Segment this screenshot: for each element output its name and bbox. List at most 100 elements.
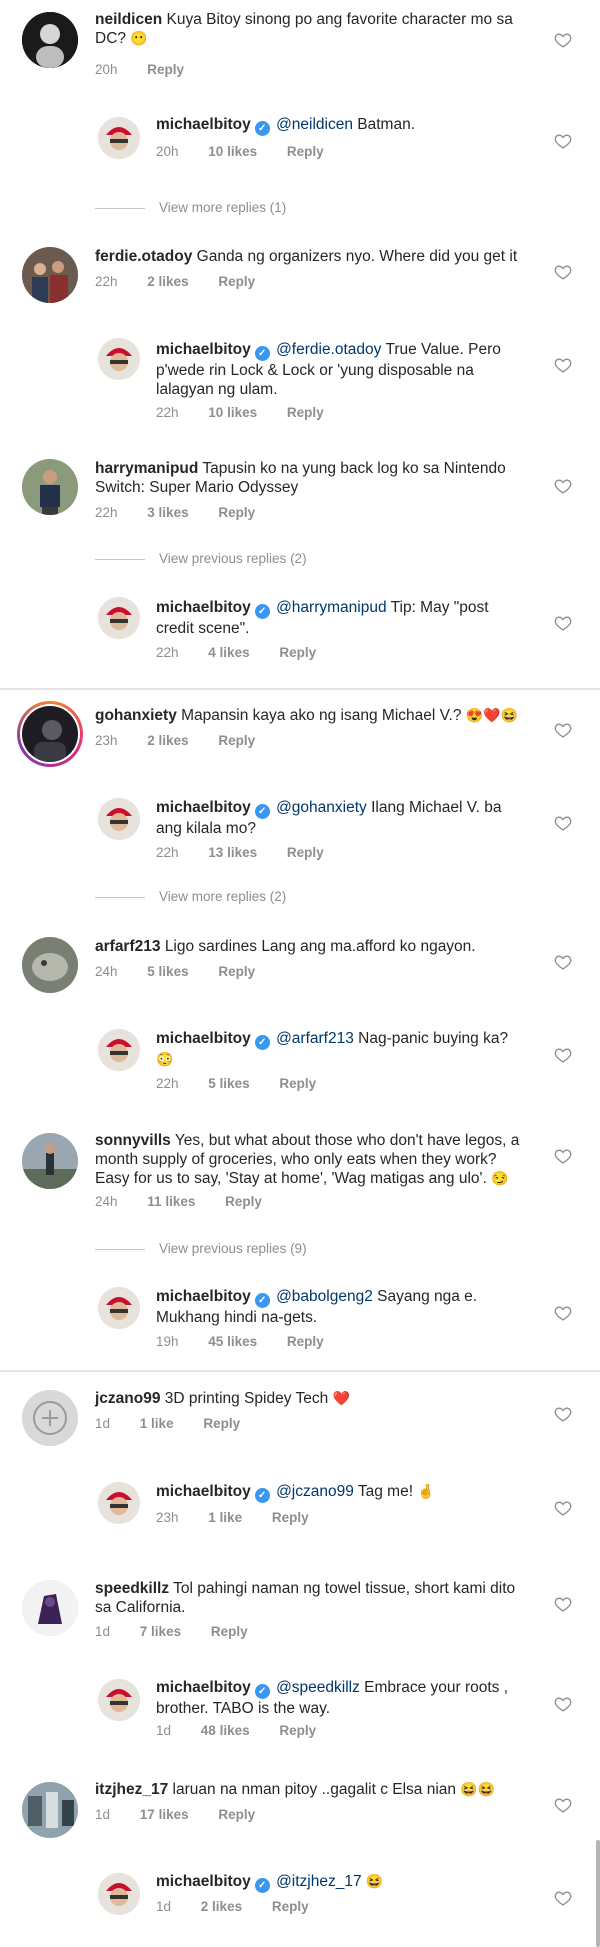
view-more-label[interactable]: View previous replies (2) [159,551,307,566]
heart-outline-icon[interactable] [554,1500,572,1516]
reply-username[interactable]: michaelbitoy [156,1030,251,1047]
mention-link[interactable]: @gohanxiety [276,799,367,816]
view-previous-replies[interactable]: View previous replies (9) [95,1241,307,1256]
mention-link[interactable]: @arfarf213 [276,1030,354,1047]
reply-username[interactable]: michaelbitoy [156,1679,251,1696]
avatar[interactable] [22,706,78,762]
reply-username[interactable]: michaelbitoy [156,116,251,133]
avatar[interactable] [22,459,78,515]
heart-outline-icon[interactable] [554,1596,572,1612]
heart-outline-icon[interactable] [554,264,572,280]
reply-button[interactable]: Reply [287,144,324,159]
reply-button[interactable]: Reply [287,1334,324,1349]
avatar[interactable] [98,1287,140,1329]
heart-outline-icon[interactable] [554,357,572,373]
heart-outline-icon[interactable] [554,1890,572,1906]
heart-outline-icon[interactable] [554,1797,572,1813]
avatar[interactable] [98,1679,140,1721]
reply-button[interactable]: Reply [218,505,255,520]
likes-count[interactable]: 2 likes [201,1899,242,1914]
mention-link[interactable]: @itzjhez_17 [276,1873,362,1890]
avatar[interactable] [98,1482,140,1524]
heart-outline-icon[interactable] [554,478,572,494]
heart-outline-icon[interactable] [554,815,572,831]
reply-button[interactable]: Reply [218,274,255,289]
reply-button[interactable]: Reply [272,1899,309,1914]
reply-username[interactable]: michaelbitoy [156,799,251,816]
mention-link[interactable]: @babolgeng2 [276,1288,373,1305]
avatar[interactable] [98,338,140,380]
likes-count[interactable]: 10 likes [208,405,257,420]
likes-count[interactable]: 4 likes [208,645,249,660]
reply-username[interactable]: michaelbitoy [156,599,251,616]
likes-count[interactable]: 7 likes [140,1624,181,1639]
comment-username[interactable]: harrymanipud [95,460,198,477]
scrollbar[interactable] [596,1840,600,1947]
mention-link[interactable]: @neildicen [276,116,353,133]
reply-button[interactable]: Reply [279,645,316,660]
reply-button[interactable]: Reply [279,1723,316,1738]
avatar[interactable] [22,937,78,993]
likes-count[interactable]: 11 likes [147,1194,195,1209]
view-previous-replies[interactable]: View previous replies (2) [95,551,307,566]
reply-button[interactable]: Reply [218,733,255,748]
heart-outline-icon[interactable] [554,1148,572,1164]
avatar[interactable] [98,117,140,159]
view-more-label[interactable]: View more replies (2) [159,889,286,904]
comment-username[interactable]: ferdie.otadoy [95,248,192,265]
avatar[interactable] [98,597,140,639]
avatar[interactable] [22,12,78,68]
heart-outline-icon[interactable] [554,1305,572,1321]
likes-count[interactable]: 10 likes [208,144,257,159]
avatar[interactable] [98,798,140,840]
view-more-replies[interactable]: View more replies (2) [95,889,286,904]
reply-button[interactable]: Reply [218,964,255,979]
heart-outline-icon[interactable] [554,722,572,738]
avatar[interactable] [22,1390,78,1446]
heart-outline-icon[interactable] [554,615,572,631]
reply-button[interactable]: Reply [211,1624,248,1639]
reply-button[interactable]: Reply [287,405,324,420]
reply-button[interactable]: Reply [272,1510,309,1525]
heart-outline-icon[interactable] [554,1696,572,1712]
likes-count[interactable]: 2 likes [147,274,188,289]
avatar[interactable] [22,247,78,303]
likes-count[interactable]: 5 likes [208,1076,249,1091]
comment-username[interactable]: itzjhez_17 [95,1781,168,1798]
avatar[interactable] [22,1580,78,1636]
likes-count[interactable]: 48 likes [201,1723,250,1738]
reply-button[interactable]: Reply [147,62,184,77]
view-more-label[interactable]: View more replies (1) [159,200,286,215]
comment-username[interactable]: gohanxiety [95,707,177,724]
heart-outline-icon[interactable] [554,1406,572,1422]
avatar[interactable] [98,1873,140,1915]
likes-count[interactable]: 5 likes [147,964,188,979]
view-more-replies[interactable]: View more replies (1) [95,200,286,215]
mention-link[interactable]: @ferdie.otadoy [276,341,381,358]
reply-button[interactable]: Reply [279,1076,316,1091]
likes-count[interactable]: 45 likes [208,1334,257,1349]
view-more-label[interactable]: View previous replies (9) [159,1241,307,1256]
heart-outline-icon[interactable] [554,133,572,149]
likes-count[interactable]: 2 likes [147,733,188,748]
mention-link[interactable]: @jczano99 [276,1483,354,1500]
reply-username[interactable]: michaelbitoy [156,1288,251,1305]
comment-username[interactable]: sonnyvills [95,1132,171,1149]
avatar[interactable] [22,1133,78,1189]
comment-username[interactable]: jczano99 [95,1390,160,1407]
likes-count[interactable]: 13 likes [208,845,257,860]
reply-button[interactable]: Reply [218,1807,255,1822]
reply-username[interactable]: michaelbitoy [156,1873,251,1890]
likes-count[interactable]: 17 likes [140,1807,189,1822]
avatar[interactable] [98,1029,140,1071]
heart-outline-icon[interactable] [554,954,572,970]
reply-username[interactable]: michaelbitoy [156,341,251,358]
likes-count[interactable]: 1 like [140,1416,174,1431]
likes-count[interactable]: 1 like [208,1510,242,1525]
mention-link[interactable]: @harrymanipud [276,599,387,616]
avatar[interactable] [22,1782,78,1838]
reply-button[interactable]: Reply [203,1416,240,1431]
heart-outline-icon[interactable] [554,32,572,48]
reply-username[interactable]: michaelbitoy [156,1483,251,1500]
reply-button[interactable]: Reply [287,845,324,860]
